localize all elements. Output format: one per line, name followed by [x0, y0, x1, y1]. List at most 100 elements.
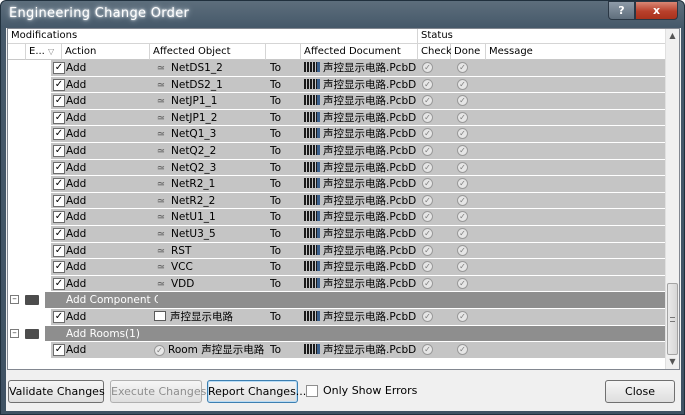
- row-to: To: [270, 111, 282, 124]
- row-document-label: 声控显示电路.PcbD: [323, 227, 417, 240]
- net-icon: ≃: [156, 129, 166, 141]
- table-row[interactable]: ✓ Add ≃ NetJP1_2 To 声控显示电路.PcbD ✓ ✓: [8, 109, 667, 127]
- row-enable-checkbox[interactable]: ✓: [53, 344, 65, 357]
- net-icon: ≃: [156, 112, 166, 124]
- row-to: To: [270, 161, 282, 174]
- table-row[interactable]: ✓ Add ≃ NetDS2_1 To 声控显示电路.PcbD ✓ ✓: [8, 76, 667, 94]
- report-changes-button[interactable]: Report Changes...: [207, 380, 306, 403]
- scroll-up-arrow-icon[interactable]: ▲: [666, 29, 679, 43]
- scroll-thumb[interactable]: [667, 283, 678, 355]
- row-object-label: NetQ2_3: [171, 161, 217, 174]
- table-row[interactable]: ✓ Add ≃ VCC To 声控显示电路.PcbD ✓ ✓: [8, 259, 667, 276]
- vertical-scrollbar[interactable]: ▲ ▼: [665, 29, 679, 369]
- scroll-down-arrow-icon[interactable]: ▼: [666, 355, 679, 369]
- row-affected-object: ≃ VCC: [154, 260, 266, 275]
- row-enable-checkbox[interactable]: ✓: [53, 178, 65, 191]
- title-bar[interactable]: Engineering Change Order ? x: [1, 1, 684, 28]
- table-row[interactable]: ✓ Add ≃ NetQ2_3 To 声控显示电路.PcbD ✓ ✓: [8, 159, 667, 177]
- close-button[interactable]: Close: [605, 380, 675, 403]
- net-icon: ≃: [156, 96, 166, 108]
- row-enable-checkbox[interactable]: ✓: [53, 95, 65, 108]
- row-enable-checkbox[interactable]: ✓: [53, 261, 65, 274]
- done-status-icon: ✓: [457, 310, 468, 322]
- validate-changes-button[interactable]: Validate Changes: [8, 380, 105, 403]
- row-enable-checkbox[interactable]: ✓: [53, 244, 65, 257]
- collapse-icon[interactable]: –: [10, 295, 19, 305]
- group-label: Add Rooms(1): [66, 327, 140, 340]
- table-row[interactable]: ✓ Add ≃ VDD To 声控显示电路.PcbD ✓ ✓: [8, 275, 667, 293]
- table-row[interactable]: ✓ Add ≃ NetQ2_2 To 声控显示电路.PcbD ✓ ✓: [8, 142, 667, 160]
- row-enable-checkbox[interactable]: ✓: [53, 310, 65, 323]
- table-row[interactable]: ✓ Add ≃ NetR2_2 To 声控显示电路.PcbD ✓ ✓: [8, 192, 667, 210]
- table-row[interactable]: ✓ Add ≃ NetU3_5 To 声控显示电路.PcbD ✓ ✓: [8, 225, 667, 243]
- row-affected-document: 声控显示电路.PcbD: [304, 227, 417, 241]
- row-document-label: 声控显示电路.PcbD: [323, 144, 417, 157]
- row-object-label: VCC: [171, 261, 193, 274]
- only-show-errors-checkbox[interactable]: [306, 385, 318, 397]
- pcb-document-icon: [304, 144, 320, 155]
- net-icon: ≃: [156, 212, 166, 224]
- row-enable-checkbox[interactable]: ✓: [53, 161, 65, 174]
- execute-changes-button[interactable]: Execute Changes: [110, 380, 206, 403]
- row-affected-document: 声控显示电路.PcbD: [304, 127, 417, 141]
- group-header-modifications: Modifications: [8, 29, 418, 44]
- row-action: Add: [66, 111, 87, 124]
- table-row[interactable]: ✓ Add ≃ NetQ1_3 To 声控显示电路.PcbD ✓ ✓: [8, 126, 667, 143]
- table-row[interactable]: ✓ Add ≃ NetJP1_1 To 声控显示电路.PcbD ✓ ✓: [8, 93, 667, 110]
- column-header-enable[interactable]: E... ▽: [26, 44, 62, 60]
- row-enable-checkbox[interactable]: ✓: [53, 128, 65, 141]
- table-row[interactable]: ✓ Add ✓ Room 声控显示电路 To 声控显示电路.PcbD ✓ ✓: [8, 342, 667, 359]
- row-affected-document: 声控显示电路.PcbD: [304, 310, 417, 324]
- row-affected-object: ≃ NetU1_1: [154, 210, 266, 225]
- column-header-affected-document[interactable]: Affected Document: [301, 44, 418, 60]
- row-to: To: [270, 95, 282, 108]
- row-enable-checkbox[interactable]: ✓: [53, 211, 65, 224]
- row-object-label: VDD: [171, 277, 195, 290]
- row-document-label: 声控显示电路.PcbD: [323, 128, 417, 141]
- table-row[interactable]: ✓ Add 声控显示电路 To 声控显示电路.PcbD ✓ ✓: [8, 308, 667, 326]
- column-header-message[interactable]: Message: [486, 44, 667, 60]
- row-document-label: 声控显示电路.PcbD: [323, 62, 417, 74]
- row-affected-object: ≃ NetDS1_2: [154, 61, 266, 76]
- help-button[interactable]: ?: [608, 1, 635, 20]
- table-row[interactable]: ✓ Add ≃ RST To 声控显示电路.PcbD ✓ ✓: [8, 242, 667, 260]
- table-row[interactable]: ✓ Add ≃ NetU1_1 To 声控显示电路.PcbD ✓ ✓: [8, 209, 667, 226]
- row-to: To: [270, 277, 282, 290]
- row-enable-checkbox[interactable]: ✓: [53, 277, 65, 290]
- row-enable-checkbox[interactable]: ✓: [53, 144, 65, 157]
- row-enable-checkbox[interactable]: ✓: [53, 62, 65, 74]
- window-close-button[interactable]: x: [635, 1, 678, 20]
- group-row[interactable]: – Add Component Cla: [8, 292, 667, 309]
- column-header-affected-object[interactable]: Affected Object: [150, 44, 266, 60]
- table-row[interactable]: ✓ Add ≃ NetDS1_2 To 声控显示电路.PcbD ✓ ✓: [8, 60, 667, 77]
- row-action: Add: [66, 144, 87, 157]
- pcb-document-icon: [304, 344, 320, 355]
- changes-rows: ✓ Add ≃ NetDS1_2 To 声控显示电路.PcbD ✓ ✓ ✓ Add ≃ NetDS2_…: [8, 60, 667, 359]
- row-object-label: NetR2_1: [171, 178, 216, 191]
- collapse-icon[interactable]: –: [10, 328, 19, 338]
- row-enable-checkbox[interactable]: ✓: [53, 227, 65, 240]
- done-status-icon: ✓: [457, 62, 468, 73]
- row-affected-object: 声控显示电路: [154, 310, 266, 324]
- column-header-to[interactable]: [266, 44, 301, 60]
- check-status-icon: ✓: [422, 244, 433, 256]
- column-header-done[interactable]: Done: [451, 44, 486, 60]
- group-row[interactable]: – Add Rooms(1): [8, 325, 667, 343]
- only-show-errors-label: Only Show Errors: [323, 384, 418, 397]
- table-row[interactable]: ✓ Add ≃ NetR2_1 To 声控显示电路.PcbD ✓ ✓: [8, 176, 667, 193]
- row-affected-document: 声控显示电路.PcbD: [304, 78, 417, 92]
- pcb-document-icon: [304, 310, 320, 321]
- column-header-check[interactable]: Check: [418, 44, 452, 60]
- done-status-icon: ✓: [457, 227, 468, 239]
- row-document-label: 声控显示电路.PcbD: [323, 244, 417, 257]
- row-action: Add: [66, 277, 87, 290]
- row-enable-checkbox[interactable]: ✓: [53, 194, 65, 207]
- row-enable-checkbox[interactable]: ✓: [53, 111, 65, 124]
- row-enable-checkbox[interactable]: ✓: [53, 78, 65, 91]
- row-affected-object: ≃ VDD: [154, 277, 266, 292]
- column-header-action[interactable]: Action: [62, 44, 150, 60]
- sort-filter-icon[interactable]: ▽: [48, 47, 54, 56]
- check-status-icon: ✓: [422, 144, 433, 156]
- pcb-document-icon: [304, 194, 320, 205]
- row-object-label: NetDS1_2: [171, 62, 223, 74]
